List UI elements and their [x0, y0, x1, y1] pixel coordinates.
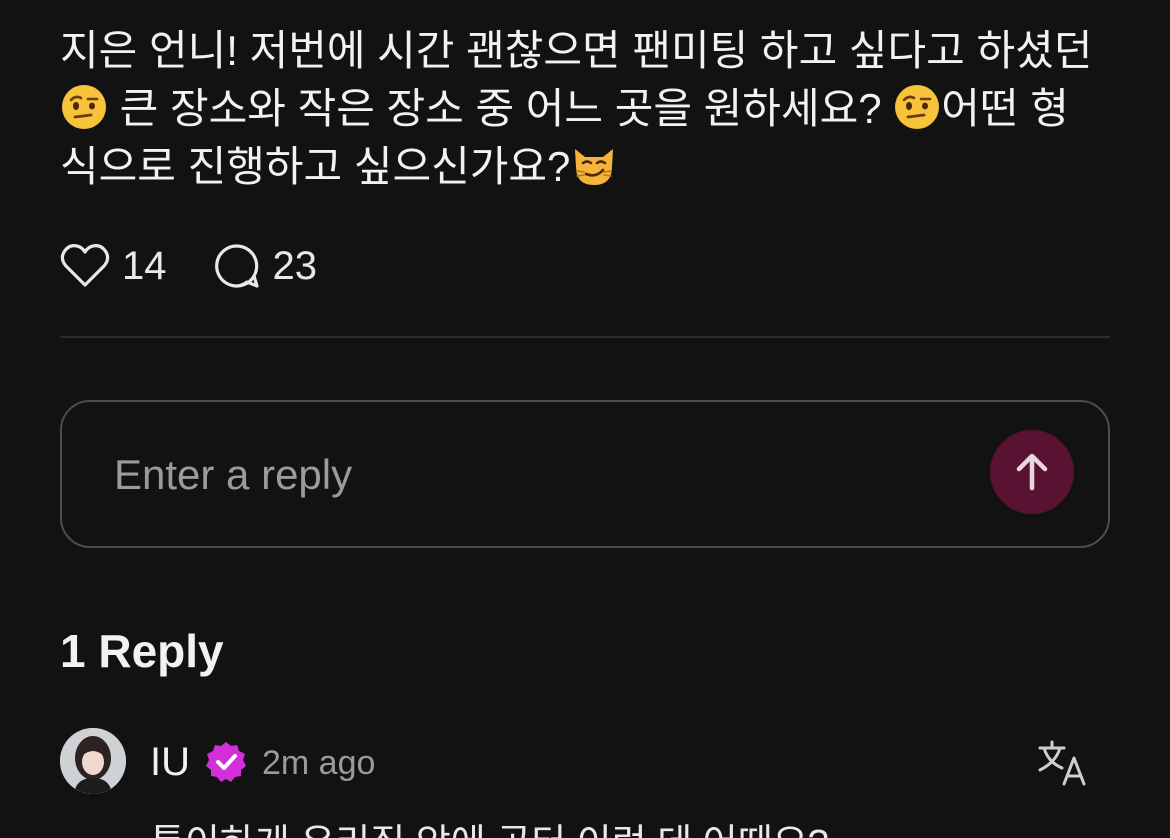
post-actions: 14 23 [60, 238, 317, 294]
post-text-line2b: 어떤 형 [941, 85, 1069, 132]
comment-button[interactable]: 23 [213, 242, 318, 290]
reply-composer [60, 400, 1110, 548]
reply-author[interactable]: IU [150, 740, 190, 785]
heart-icon [60, 244, 110, 287]
replies-heading: 1 Reply [60, 625, 224, 677]
speech-bubble-icon [214, 244, 259, 288]
arrow-up-icon [1016, 453, 1048, 491]
reply-input[interactable] [112, 446, 916, 504]
translate-icon[interactable] [1036, 736, 1090, 790]
post-body: 지은 언니! 저번에 시간 괜찮으면 팬미팅 하고 싶다고 하셨던 큰 장소와 … [60, 22, 1120, 196]
post-text-line2: 큰 장소와 작은 장소 중 어느 곳을 원하세요? [108, 85, 894, 132]
reply-timestamp: 2m ago [262, 744, 376, 782]
reply-item: IU 2m ago [60, 728, 1110, 796]
like-count: 14 [122, 243, 167, 288]
raised-eyebrow-emoji-icon [895, 85, 940, 129]
send-button[interactable] [990, 430, 1074, 514]
avatar[interactable] [60, 728, 126, 794]
post-text-line1: 지은 언니! 저번에 시간 괜찮으면 팬미팅 하고 싶다고 하셨던 [60, 27, 1093, 74]
divider [60, 336, 1110, 338]
verified-badge-icon [206, 742, 246, 782]
raised-eyebrow-emoji-icon [62, 85, 106, 129]
comment-count: 23 [272, 243, 318, 288]
like-button[interactable]: 14 [60, 243, 167, 289]
post-text-line3: 식으로 진행하고 싶으신가요? [60, 143, 571, 190]
page: 지은 언니! 저번에 시간 괜찮으면 팬미팅 하고 싶다고 하셨던 큰 장소와 … [0, 0, 1170, 838]
avatar-image [60, 728, 126, 794]
reply-text: 특이하게 우리집 앞에 공터 이런 데 어때요? [150, 812, 829, 838]
smirking-cat-emoji-icon [575, 149, 614, 185]
